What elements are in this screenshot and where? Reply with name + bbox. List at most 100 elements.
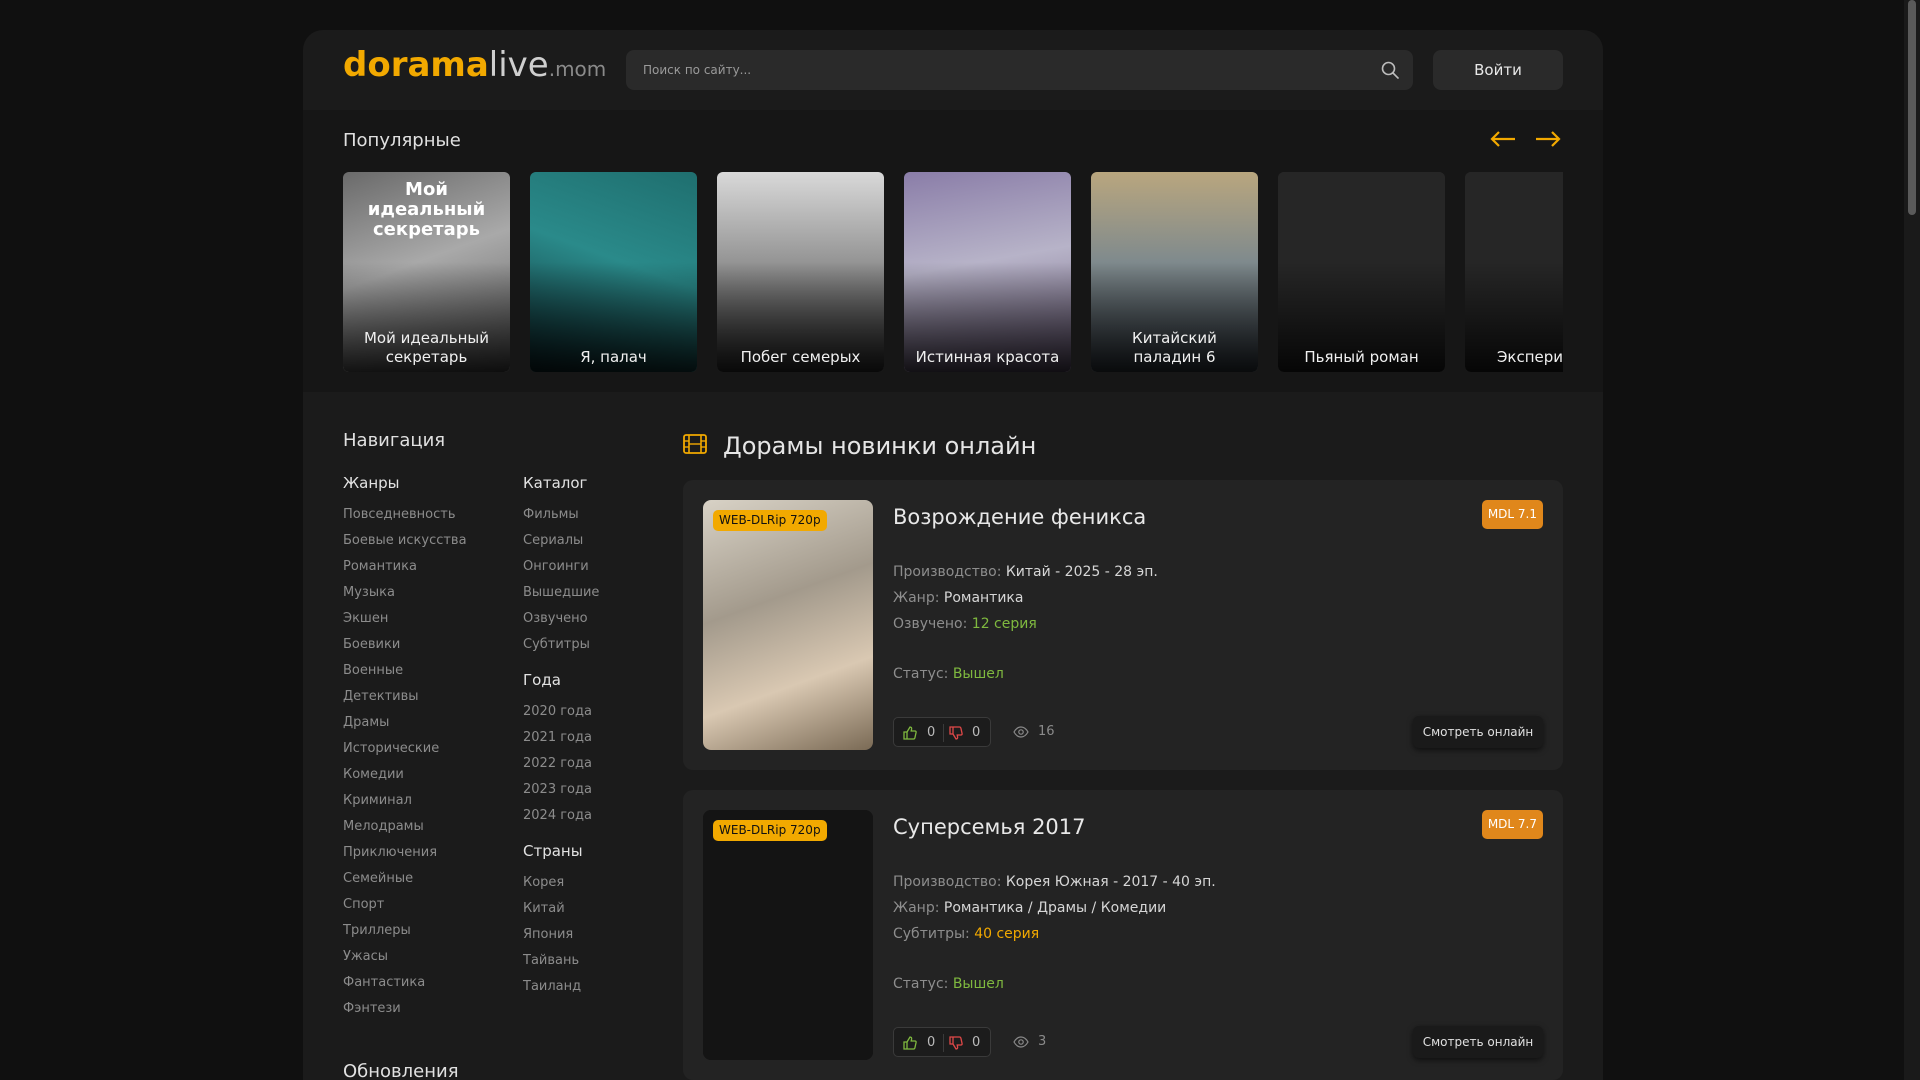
search-box (626, 50, 1413, 90)
genre-link[interactable]: Мелодрамы (343, 818, 467, 844)
genre-link[interactable]: Комедии (343, 766, 467, 792)
updates-title: Обновления (343, 1061, 459, 1080)
genre-link[interactable]: Фантастика (343, 974, 467, 1000)
year-link[interactable]: 2023 года (523, 781, 599, 807)
mdl-rating-badge: MDL 7.1 (1481, 500, 1543, 529)
page-scrollbar[interactable] (1904, 0, 1920, 1080)
scrollbar-thumb[interactable] (1908, 0, 1916, 215)
popular-poster[interactable]: Китайский паладин 6 (1091, 172, 1258, 372)
genre-link[interactable]: Драмы (343, 714, 467, 740)
rating-box: 0 0 (893, 717, 991, 747)
country-link[interactable]: Япония (523, 926, 599, 952)
genre-label: Жанр: (893, 590, 940, 606)
login-button[interactable]: Войти (1433, 50, 1563, 90)
site-logo[interactable]: doramalive.mom (343, 48, 606, 82)
section-title: Дорамы новинки онлайн (723, 432, 1037, 460)
catalog-link[interactable]: Сериалы (523, 532, 599, 558)
search-input[interactable] (626, 50, 1413, 90)
country-link[interactable]: Таиланд (523, 978, 599, 1004)
thumbs-up-icon[interactable] (903, 1036, 917, 1050)
status-row: Статус: Вышел (893, 976, 1004, 992)
logo-part-dorama: dorama (343, 45, 489, 85)
catalog-heading: Каталог (523, 474, 588, 492)
genre-link[interactable]: Исторические (343, 740, 467, 766)
genres-heading: Жанры (343, 474, 400, 492)
genre-link[interactable]: Детективы (343, 688, 467, 714)
episode-value: 12 серия (971, 616, 1037, 632)
production-row: Производство: Китай - 2025 - 28 эп. (893, 564, 1158, 580)
country-link[interactable]: Китай (523, 900, 599, 926)
genre-link[interactable]: Ужасы (343, 948, 467, 974)
mdl-rating-badge: MDL 7.7 (1481, 810, 1543, 839)
poster-caption: Экспери «Ведьм (1496, 348, 1563, 366)
episode-row: Субтитры: 40 серия (893, 926, 1039, 942)
episode-row: Озвучено: 12 серия (893, 616, 1037, 632)
genre-row: Жанр: Романтика / Драмы / Комедии (893, 900, 1166, 916)
genre-link[interactable]: Боевые искусства (343, 532, 467, 558)
drama-cover[interactable]: WEB-DLRip 720p (703, 500, 873, 750)
status-value: Вышел (952, 976, 1004, 992)
dislikes-count: 0 (972, 1035, 981, 1050)
genre-label: Жанр: (893, 900, 940, 916)
thumbs-down-icon[interactable] (949, 726, 963, 740)
quality-badge: WEB-DLRip 720p (713, 510, 827, 531)
year-link[interactable]: 2024 года (523, 807, 599, 833)
popular-poster[interactable]: Побег семерых (717, 172, 884, 372)
year-link[interactable]: 2022 года (523, 755, 599, 781)
country-link[interactable]: Корея (523, 874, 599, 900)
arrow-left-icon[interactable] (1488, 124, 1518, 154)
drama-title[interactable]: Суперсемья 2017 (893, 815, 1086, 839)
drama-title[interactable]: Возрождение феникса (893, 505, 1146, 529)
poster-caption: Я, палач (580, 348, 647, 366)
popular-poster[interactable]: Я, палач (530, 172, 697, 372)
popular-poster[interactable]: Мой идеальный секретарь Мой идеальный се… (343, 172, 510, 372)
catalog-link[interactable]: Онгоинги (523, 558, 599, 584)
genre-link[interactable]: Фэнтези (343, 1000, 467, 1026)
drama-cover[interactable]: WEB-DLRip 720p (703, 810, 873, 1060)
logo-part-domain: .mom (548, 57, 607, 81)
popular-poster[interactable]: Истинная красота (904, 172, 1071, 372)
genre-link[interactable]: Романтика (343, 558, 467, 584)
genre-link[interactable]: Экшен (343, 610, 467, 636)
year-link[interactable]: 2020 года (523, 703, 599, 729)
popular-poster[interactable]: Экспери «Ведьм (1465, 172, 1563, 372)
country-link[interactable]: Тайвань (523, 952, 599, 978)
watch-online-button[interactable]: Смотреть онлайн (1413, 1026, 1543, 1058)
poster-caption: Мой идеальный секретарь (363, 329, 489, 366)
genre-link[interactable]: Семейные (343, 870, 467, 896)
genre-value: Романтика / Драмы / Комедии (943, 900, 1167, 916)
search-icon[interactable] (1381, 61, 1399, 79)
poster-caption: Китайский паладин 6 (1132, 329, 1217, 366)
genre-link[interactable]: Боевики (343, 636, 467, 662)
poster-caption: Пьяный роман (1304, 348, 1419, 366)
genre-link[interactable]: Спорт (343, 896, 467, 922)
thumbs-down-icon[interactable] (949, 1036, 963, 1050)
views-count: 16 (1038, 724, 1055, 739)
poster-caption: Истинная красота (915, 348, 1060, 366)
genre-link[interactable]: Повседневность (343, 506, 467, 532)
episode-label: Субтитры: (893, 926, 970, 942)
episode-label: Озвучено: (893, 616, 968, 632)
drama-card: WEB-DLRip 720p Суперсемья 2017 MDL 7.7 П… (683, 790, 1563, 1080)
popular-section: Популярные Мой идеальный секретарь Мой и… (303, 110, 1603, 392)
catalog-link[interactable]: Вышедшие (523, 584, 599, 610)
thumbs-up-icon[interactable] (903, 726, 917, 740)
genres-column: Жанры Повседневность Боевые искусства Рома… (343, 474, 467, 1026)
popular-poster[interactable]: Пьяный роман (1278, 172, 1445, 372)
genre-link[interactable]: Музыка (343, 584, 467, 610)
countries-heading: Страны (523, 842, 583, 860)
genre-link[interactable]: Триллеры (343, 922, 467, 948)
genre-link[interactable]: Криминал (343, 792, 467, 818)
catalog-link[interactable]: Субтитры (523, 636, 599, 662)
watch-online-button[interactable]: Смотреть онлайн (1413, 716, 1543, 748)
genre-link[interactable]: Приключения (343, 844, 467, 870)
arrow-right-icon[interactable] (1533, 124, 1563, 154)
page-container: doramalive.mom Войти Популярные Мой идеа… (303, 30, 1603, 1080)
genre-row: Жанр: Романтика (893, 590, 1023, 606)
catalog-link[interactable]: Фильмы (523, 506, 599, 532)
catalog-link[interactable]: Озвучено (523, 610, 599, 636)
year-link[interactable]: 2021 года (523, 729, 599, 755)
cover-image (703, 810, 873, 1060)
genre-link[interactable]: Военные (343, 662, 467, 688)
dislikes-count: 0 (972, 725, 981, 740)
